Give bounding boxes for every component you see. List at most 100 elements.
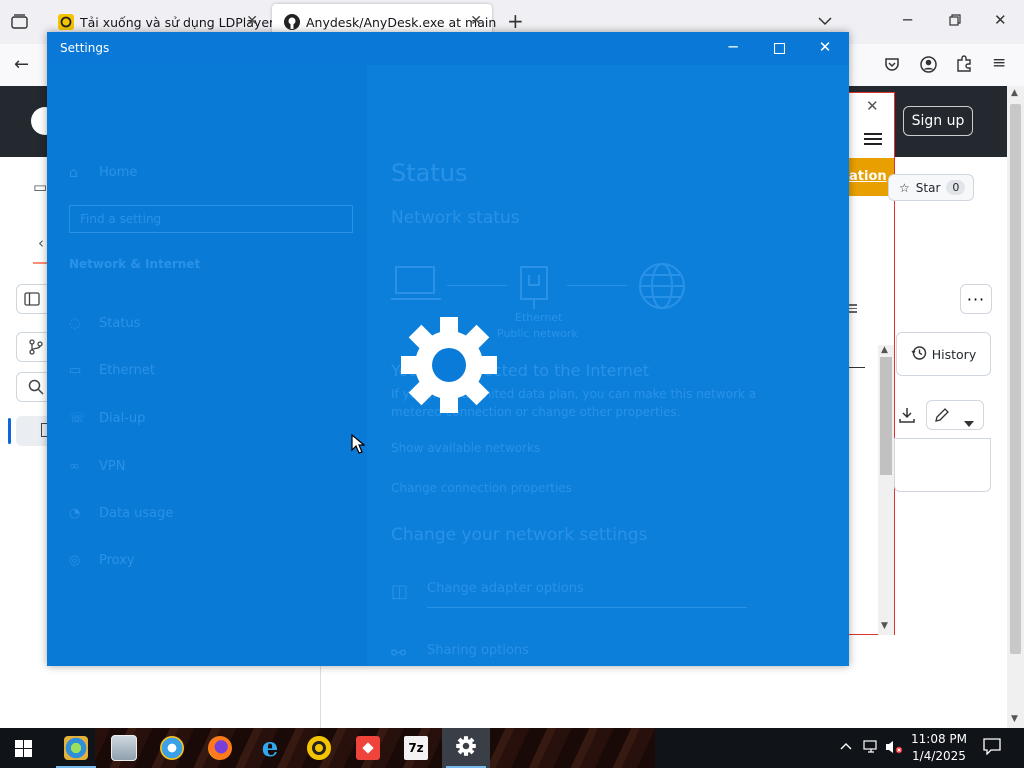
file-tree-item[interactable]	[16, 416, 49, 446]
taskbar-item-anydesk[interactable]	[344, 728, 392, 768]
promo-link[interactable]: ation	[849, 169, 887, 184]
ethernet-label: Ethernet	[515, 311, 563, 324]
history-label: History	[931, 346, 977, 362]
volume-muted-icon[interactable]	[885, 739, 903, 759]
anydesk-icon	[356, 736, 380, 760]
divider-line	[849, 367, 865, 368]
github-icon	[284, 14, 300, 30]
more-options-button[interactable]: ···	[960, 284, 992, 314]
scrollbar-thumb[interactable]	[1010, 104, 1021, 654]
pocket-icon[interactable]	[884, 57, 900, 75]
restore-browser-icon[interactable]	[949, 14, 961, 29]
taskbar-item-settings[interactable]	[442, 728, 490, 768]
network-tray-icon[interactable]	[862, 739, 880, 759]
laptop-icon	[391, 265, 441, 309]
taskbar-item-computer[interactable]	[100, 728, 148, 768]
settings-search-input[interactable]: Find a setting	[69, 205, 353, 233]
chevron-left-icon[interactable]: ‹	[38, 234, 44, 252]
show-hidden-icons-chevron-icon[interactable]	[840, 739, 852, 754]
computer-icon	[111, 735, 137, 761]
scroll-down-arrow-icon[interactable]: ▼	[881, 621, 888, 631]
close-promo-icon[interactable]: ✕	[866, 97, 879, 115]
minimize-browser-icon[interactable]: ─	[903, 13, 912, 28]
settings-title-bar[interactable]: Settings ─ ✕	[47, 32, 849, 65]
history-button[interactable]: History	[896, 332, 991, 376]
taskbar-item-7zip[interactable]: 7z	[392, 728, 440, 768]
star-icon: ☆	[899, 180, 910, 195]
app-menu-icon[interactable]: ≡	[992, 55, 1006, 72]
system-clock[interactable]: 11:08 PM 1/4/2025	[904, 731, 974, 765]
star-label: Star	[915, 180, 941, 195]
taskbar-item-edge[interactable]: e	[246, 728, 294, 768]
tab-overview-icon[interactable]	[11, 14, 28, 32]
settings-window[interactable]: Settings ─ ✕ ⌂ Home Find a setting Netwo…	[47, 32, 849, 666]
start-button-icon[interactable]	[15, 740, 32, 761]
globe-icon	[637, 261, 687, 315]
file-search-input[interactable]	[16, 372, 48, 402]
clock-time: 11:08 PM	[911, 732, 967, 746]
nav-item-proxy[interactable]: Proxy	[99, 553, 135, 568]
new-tab-button[interactable]: +	[507, 11, 524, 31]
nav-item-vpn[interactable]: VPN	[99, 459, 125, 474]
nav-home[interactable]: Home	[99, 165, 137, 180]
mouse-cursor-icon	[351, 433, 366, 458]
branch-selector[interactable]	[16, 332, 48, 362]
code-scrollbar[interactable]: ▲ ▼	[878, 345, 894, 635]
close-browser-icon[interactable]: ✕	[994, 13, 1007, 28]
tab-title: Anydesk/AnyDesk.exe at main	[306, 14, 497, 30]
adapter-options-link[interactable]: Change adapter options	[427, 581, 584, 596]
minimize-icon[interactable]: ─	[710, 38, 756, 56]
back-arrow-icon[interactable]: ←	[14, 56, 29, 74]
list-tabs-icon[interactable]	[818, 14, 832, 29]
sidebar-toggle-button[interactable]	[16, 284, 48, 314]
network-type-label: Public network	[497, 327, 578, 340]
7zip-icon: 7z	[404, 736, 428, 760]
close-tab-icon[interactable]: ✕	[246, 13, 258, 29]
sharing-options-link[interactable]: Sharing options	[427, 643, 529, 658]
dropdown-caret-icon[interactable]	[964, 412, 974, 431]
nav-item-data-usage[interactable]: Data usage	[99, 506, 173, 521]
taskbar-item-file-manager[interactable]	[52, 728, 100, 768]
account-icon[interactable]	[920, 56, 937, 76]
hamburger-menu-icon[interactable]	[864, 130, 882, 148]
maximize-icon[interactable]	[756, 40, 802, 58]
nav-item-dialup[interactable]: Dial-up	[99, 411, 145, 426]
firefox-icon	[208, 736, 232, 760]
tab-title: Tải xuống và sử dụng LDPlayer	[80, 14, 275, 30]
git-branch-icon	[29, 339, 43, 359]
ethernet-icon: ▭	[69, 363, 82, 378]
pencil-icon[interactable]	[934, 407, 950, 427]
ldplayer-icon	[307, 736, 331, 760]
nav-item-ethernet[interactable]: Ethernet	[99, 363, 155, 378]
action-center-icon[interactable]	[983, 738, 1001, 759]
taskbar-item-ldplayer[interactable]	[295, 728, 343, 768]
scroll-down-arrow-icon[interactable]: ▼	[1011, 714, 1018, 724]
download-icon[interactable]	[898, 406, 916, 428]
scrollbar-thumb[interactable]	[880, 357, 892, 475]
close-tab-icon[interactable]: ✕	[470, 13, 482, 29]
gear-icon	[400, 316, 498, 418]
extensions-icon[interactable]	[956, 55, 972, 75]
scroll-up-arrow-icon[interactable]: ▲	[881, 345, 888, 355]
ethernet-port-icon	[519, 265, 549, 313]
adapter-icon: ◫	[391, 581, 409, 602]
internet-explorer-icon	[160, 736, 184, 760]
show-networks-link[interactable]: Show available networks	[391, 441, 540, 455]
page-scrollbar[interactable]: ▲ ▼	[1007, 86, 1024, 728]
home-icon: ⌂	[69, 165, 78, 181]
close-icon[interactable]: ✕	[802, 38, 848, 56]
active-tab-underline	[33, 262, 47, 264]
code-icon[interactable]: ▭	[33, 178, 47, 196]
settings-nav-pane: ⌂ Home Find a setting Network & Internet…	[47, 65, 367, 666]
change-properties-link[interactable]: Change connection properties	[391, 481, 572, 495]
nav-category-heading: Network & Internet	[69, 257, 201, 271]
sign-up-button[interactable]: Sign up	[903, 106, 973, 136]
star-button[interactable]: ☆ Star 0	[888, 174, 974, 201]
taskbar-item-firefox[interactable]	[196, 728, 244, 768]
sharing-icon: ⚯	[391, 643, 407, 664]
scroll-up-arrow-icon[interactable]: ▲	[1011, 88, 1018, 98]
star-count: 0	[946, 180, 966, 195]
nav-item-status[interactable]: Status	[99, 316, 140, 331]
taskbar-item-internet-explorer[interactable]	[148, 728, 196, 768]
status-icon: ◌	[69, 316, 81, 331]
